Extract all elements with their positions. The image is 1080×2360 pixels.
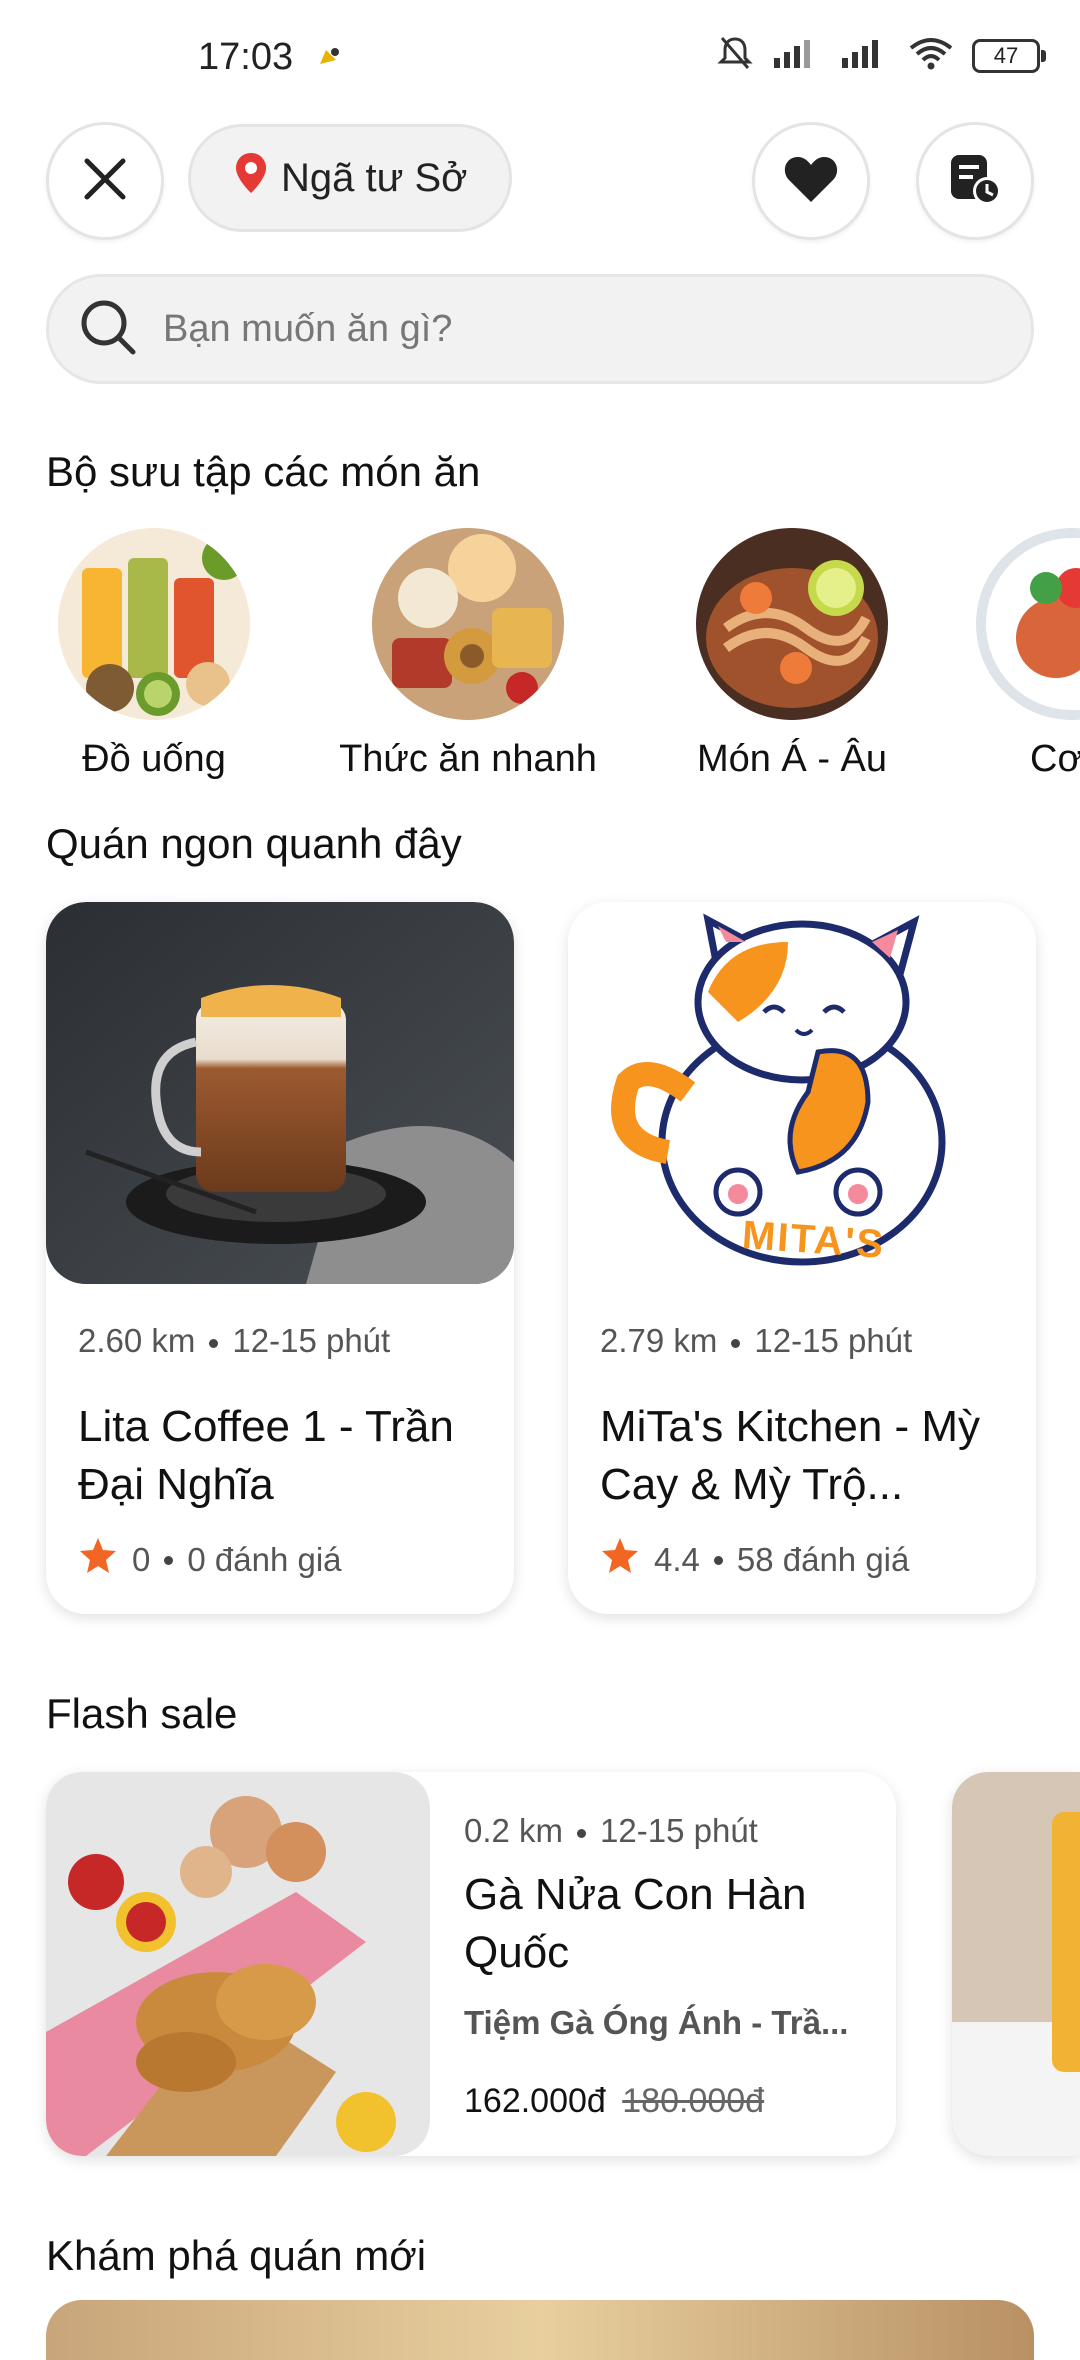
signal-icon-2 [840,36,890,75]
favorites-button[interactable] [752,122,870,240]
shop-card[interactable]: 2.60 km 12-15 phút Lita Coffee 1 - Trần Đ… [46,902,514,1614]
flash-sale-card-next[interactable] [952,1772,1080,2156]
collection-label: Cơ [1030,738,1080,780]
collection-item-rice[interactable]: Cơ [976,528,1080,828]
flash-sale-title: Flash sale [46,1690,238,1737]
search-bar[interactable]: Bạn muốn ăn gì? [46,274,1034,384]
separator-dot [731,1338,741,1348]
flash-time: 12-15 phút [600,1812,758,1849]
rating-value: 0 [132,1541,151,1578]
shop-logo: MITA'S [568,902,1036,1284]
shop-time: 12-15 phút [754,1322,913,1359]
search-icon [79,298,137,361]
star-icon [600,1536,640,1584]
search-input[interactable]: Bạn muốn ăn gì? [163,308,452,351]
shop-distance: 2.60 km [78,1322,196,1359]
shop-meta: 2.79 km 12-15 phút [600,1322,912,1360]
collection-label: Đồ uống [82,738,226,780]
flash-sale-card[interactable]: 0.2 km 12-15 phút Gà Nửa Con Hàn Quốc Tiệ… [46,1772,896,2156]
collection-item-fastfood[interactable]: Thức ăn nhanh [318,528,618,781]
separator-dot [713,1555,723,1565]
flash-distance: 0.2 km [464,1812,564,1849]
close-icon [81,155,129,208]
flash-sale-image [46,1772,430,2156]
flash-sale-meta: 0.2 km 12-15 phút [464,1812,758,1850]
shop-distance: 2.79 km [600,1322,718,1359]
flash-old-price: 180.000đ [622,2082,765,2120]
fastfood-image [372,528,564,720]
collection-item-asian-european[interactable]: Món Á - Âu [642,528,942,781]
collection-label: Món Á - Âu [696,738,888,780]
status-icons: 47 [716,34,1046,77]
nearby-title: Quán ngon quanh đây [46,820,462,867]
collections-title: Bộ sưu tập các món ăn [46,448,481,495]
order-history-icon [947,151,1003,212]
order-history-button[interactable] [916,122,1034,240]
flash-price: 162.000đ [464,2082,606,2120]
map-pin-icon [235,152,267,204]
collection-item-drinks[interactable]: Đồ uống [4,528,304,781]
separator-dot [209,1338,219,1348]
star-icon [78,1536,118,1584]
shop-rating: 4.4 58 đánh giá [600,1536,909,1584]
shop-name: MiTa's Kitchen - Mỳ Cay & Mỳ Trộ... [600,1402,981,1509]
asian-european-image [696,528,888,720]
rice-image [976,528,1080,720]
separator-dot [577,1828,587,1838]
flash-price-row: 162.000đ 180.000đ [464,2082,764,2121]
mute-icon [716,34,754,77]
discover-title: Khám phá quán mới [46,2232,427,2279]
review-count: 0 đánh giá [187,1541,342,1578]
close-button[interactable] [46,122,164,240]
collection-label: Thức ăn nhanh [339,738,597,780]
location-selector[interactable]: Ngã tư Sở [188,124,512,232]
flash-shop-name: Tiệm Gà Óng Ánh - Trầ... [464,2004,849,2041]
rating-value: 4.4 [654,1541,700,1578]
review-count: 58 đánh giá [736,1541,910,1578]
drinks-image [58,528,250,720]
flash-item-name: Gà Nửa Con Hàn Quốc [464,1870,807,1977]
discover-card[interactable] [46,2300,1034,2360]
shop-image [46,902,514,1284]
separator-dot [164,1555,174,1565]
shop-time: 12-15 phút [232,1322,391,1359]
shop-meta: 2.60 km 12-15 phút [78,1322,390,1360]
signal-icon [772,36,822,75]
wifi-icon [908,36,954,75]
battery-icon: 47 [972,38,1046,73]
heart-icon [783,154,839,209]
shop-rating: 0 0 đánh giá [78,1536,342,1584]
shop-card[interactable]: MITA'S 2.79 km 12-15 phút MiTa's Kitchen … [568,902,1036,1614]
shop-name: Lita Coffee 1 - Trần Đại Nghĩa [78,1402,454,1509]
location-label: Ngã tư Sở [281,155,468,200]
notification-icon [316,44,342,75]
status-time: 17:03 [198,36,294,78]
